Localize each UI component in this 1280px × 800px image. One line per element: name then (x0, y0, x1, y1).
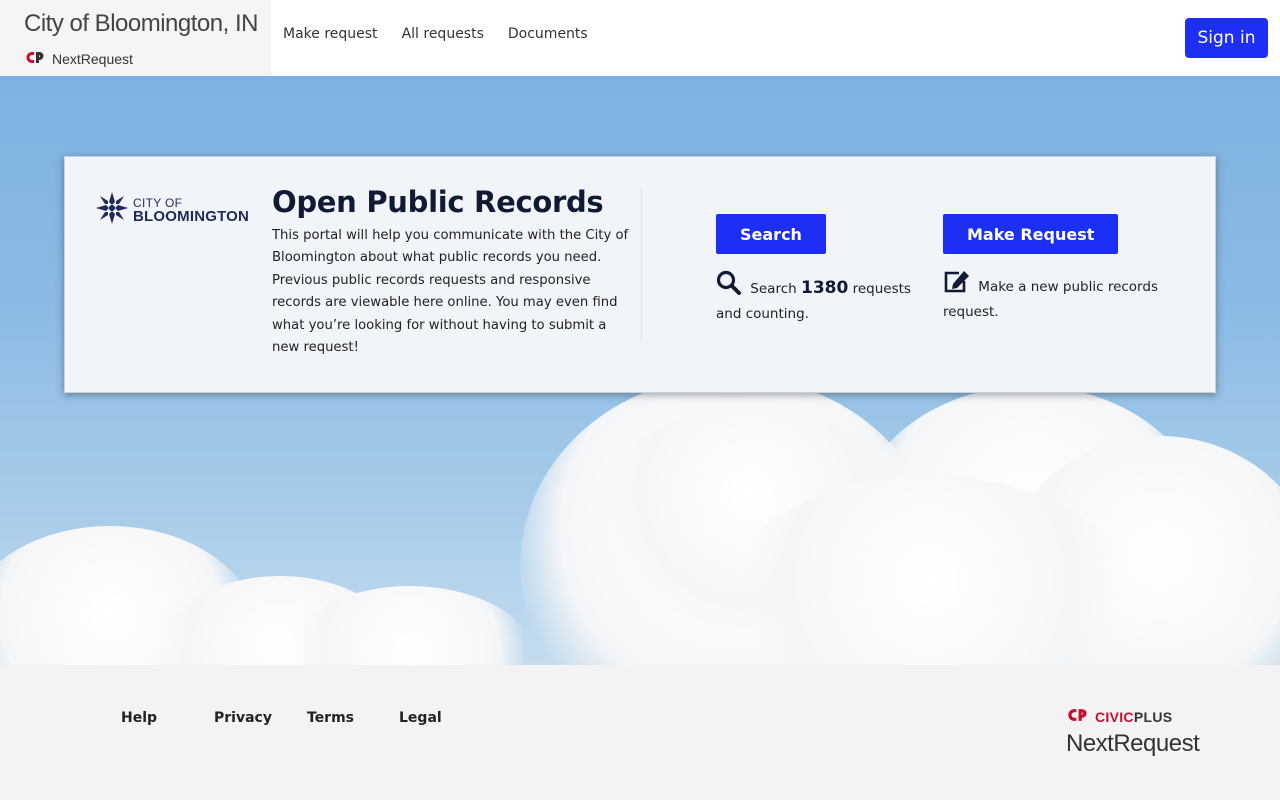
civicplus-wordmark: CIVICPLUS (1095, 709, 1172, 725)
search-icon (716, 270, 742, 303)
star-icon (95, 191, 129, 229)
site-title[interactable]: City of Bloomington, IN (24, 10, 258, 38)
logo-line-1: CITY OF (133, 195, 183, 210)
civicplus-logo: CIVICPLUS NextRequest (1066, 707, 1200, 758)
divider (641, 189, 642, 341)
main-nav: Make request All requests Documents (283, 26, 588, 42)
city-logo: CITY OF BLOOMINGTON (95, 191, 249, 229)
page-title: Open Public Records (272, 185, 604, 219)
civicplus-mark-icon (1066, 707, 1090, 726)
civicplus-mark-icon (25, 49, 46, 68)
footer-privacy-link[interactable]: Privacy (214, 710, 307, 726)
footer-links: Help Privacy Terms Legal (121, 710, 442, 726)
civic-word: CIVIC (1095, 708, 1134, 725)
top-header: City of Bloomington, IN NextRequest Make… (0, 0, 1280, 76)
make-request-button[interactable]: Make Request (943, 214, 1119, 254)
footer-legal-link[interactable]: Legal (399, 710, 442, 726)
nav-documents[interactable]: Documents (508, 26, 588, 42)
request-count: 1380 (800, 278, 849, 298)
search-button[interactable]: Search (716, 214, 826, 254)
sign-in-button[interactable]: Sign in (1185, 18, 1268, 58)
footer-help-link[interactable]: Help (121, 710, 214, 726)
nextrequest-logo: NextRequest (25, 49, 133, 68)
nav-all-requests[interactable]: All requests (402, 26, 484, 42)
nav-make-request[interactable]: Make request (283, 26, 378, 42)
make-request-text: Make a new public records request. (943, 279, 1158, 320)
intro-text: This portal will help you communicate wi… (272, 228, 629, 356)
logo-line-2: BLOOMINGTON (133, 207, 250, 225)
make-request-action: Make Request Make a new public records r… (943, 214, 1173, 323)
footer-terms-link[interactable]: Terms (307, 710, 399, 726)
intro-section: Open Public Records This portal will hel… (272, 185, 632, 359)
edit-icon (943, 270, 970, 301)
search-description: Search 1380 requests and counting. (716, 270, 916, 325)
footer-product-name: NextRequest (1066, 730, 1200, 757)
plus-word: PLUS (1133, 708, 1173, 725)
footer: Help Privacy Terms Legal CIVICPLUS NextR… (0, 665, 1280, 800)
search-action: Search Search 1380 requests and counting… (716, 214, 916, 325)
intro-card: CITY OF BLOOMINGTON Open Public Records … (64, 156, 1216, 393)
search-prefix: Search (750, 281, 797, 297)
make-request-description: Make a new public records request. (943, 270, 1173, 323)
brand-block[interactable]: City of Bloomington, IN NextRequest (0, 0, 271, 76)
product-name: NextRequest (52, 50, 133, 67)
